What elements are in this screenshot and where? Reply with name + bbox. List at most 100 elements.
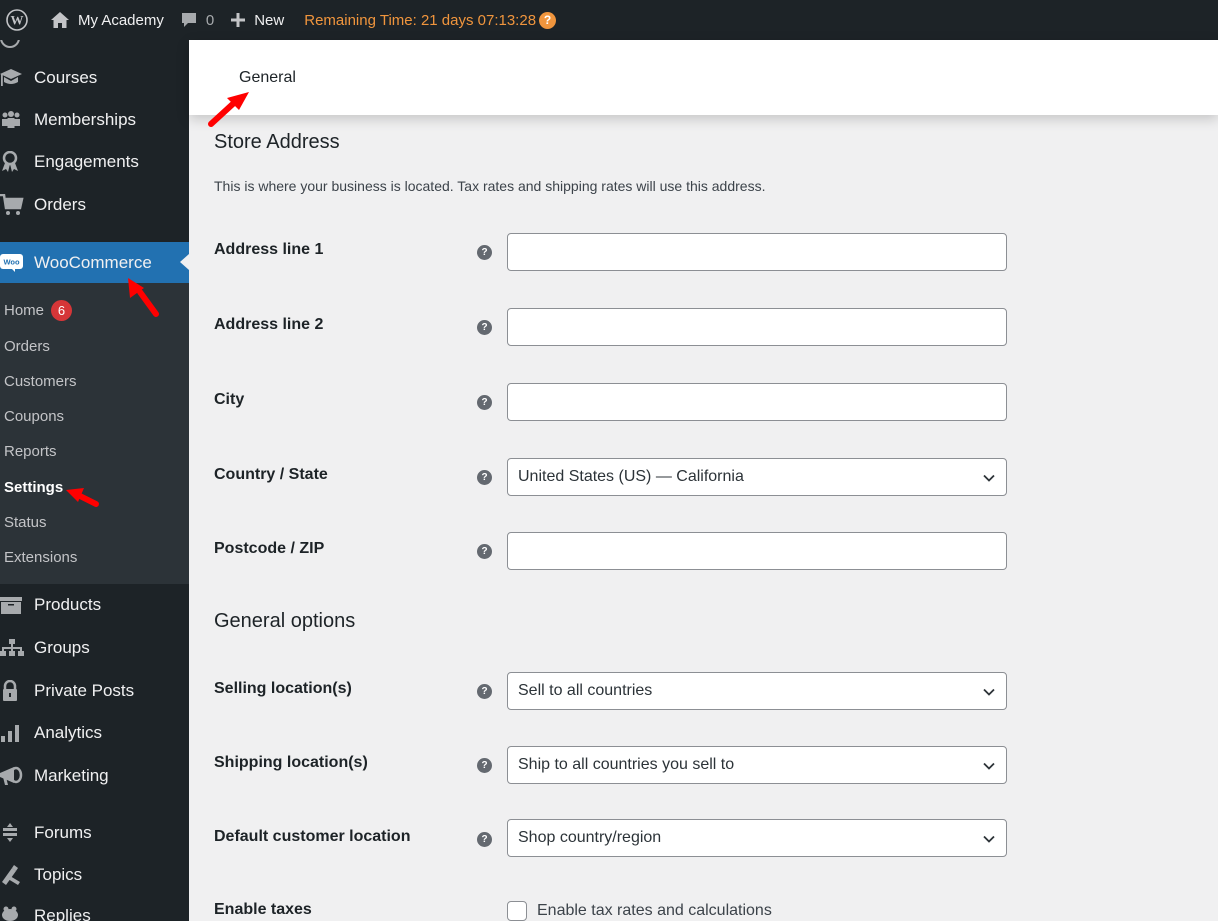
- shipping-locations-value: Ship to all countries you sell to: [518, 756, 735, 773]
- graduation-cap-icon: [0, 66, 34, 90]
- lock-icon: [0, 679, 34, 703]
- submenu-label: Reports: [4, 442, 57, 460]
- country-state-label: Country / State: [214, 466, 328, 483]
- selling-locations-value: Sell to all countries: [518, 682, 653, 699]
- sidebar-item-engagements[interactable]: Engagements: [0, 142, 189, 182]
- sidebar-label: WooCommerce: [34, 252, 152, 272]
- default-customer-location-label: Default customer location: [214, 828, 411, 845]
- submenu-item-customers[interactable]: Customers: [4, 370, 77, 392]
- sidebar-label: Forums: [34, 823, 92, 842]
- comment-icon: [181, 13, 196, 27]
- comments-link[interactable]: 0: [172, 0, 222, 40]
- help-tip-icon[interactable]: ?: [477, 320, 492, 335]
- svg-text:W: W: [11, 13, 24, 28]
- sidebar-item-orders[interactable]: Orders: [0, 185, 189, 225]
- site-name: My Academy: [78, 11, 164, 29]
- new-content-button[interactable]: New: [222, 0, 292, 40]
- default-customer-location-value: Shop country/region: [518, 829, 662, 846]
- enable-taxes-label: Enable taxes: [214, 901, 312, 918]
- submenu-label: Orders: [4, 337, 50, 355]
- award-icon: [0, 150, 34, 174]
- submenu-item-coupons[interactable]: Coupons: [4, 405, 64, 427]
- city-label: City: [214, 391, 245, 408]
- postcode-input[interactable]: [507, 532, 1007, 570]
- help-tip-icon[interactable]: ?: [477, 684, 492, 699]
- sidebar-label: Replies: [34, 906, 91, 921]
- address-line-1-input[interactable]: [507, 233, 1007, 271]
- shipping-locations-select[interactable]: Ship to all countries you sell to: [507, 746, 1007, 784]
- help-tip-icon[interactable]: ?: [477, 470, 492, 485]
- submenu-item-settings[interactable]: Settings: [4, 476, 63, 498]
- sidebar-item-products[interactable]: Products: [0, 585, 189, 625]
- sidebar-item-lifterlms[interactable]: [0, 40, 189, 58]
- submenu-item-home[interactable]: Home 6: [4, 299, 73, 321]
- city-input[interactable]: [507, 383, 1007, 421]
- admin-bar: W My Academy 0 New Remaining Time: 21 da…: [0, 0, 1218, 40]
- archive-icon: [0, 593, 34, 617]
- tab-general[interactable]: General: [239, 69, 296, 87]
- submenu-item-reports[interactable]: Reports: [4, 440, 57, 462]
- submenu-item-orders[interactable]: Orders: [4, 335, 50, 357]
- sidebar-label: Memberships: [34, 110, 137, 129]
- address-line-1-label: Address line 1: [214, 241, 324, 258]
- groups-icon: [0, 108, 34, 132]
- sidebar-item-marketing[interactable]: Marketing: [0, 756, 189, 796]
- enable-taxes-checkbox[interactable]: [507, 901, 527, 921]
- sidebar-item-courses[interactable]: Courses: [0, 58, 189, 98]
- sidebar-label: Analytics: [34, 723, 103, 742]
- general-options-heading: General options: [214, 610, 356, 632]
- help-tip-icon[interactable]: ?: [477, 544, 492, 559]
- submenu-item-extensions[interactable]: Extensions: [4, 546, 77, 568]
- forums-icon: [0, 821, 34, 845]
- postcode-label: Postcode / ZIP: [214, 540, 325, 557]
- sidebar-label: Engagements: [34, 152, 139, 171]
- help-tip-icon[interactable]: ?: [477, 245, 492, 260]
- help-tip-icon[interactable]: ?: [477, 832, 492, 847]
- submenu-label: Coupons: [4, 407, 65, 425]
- sidebar-item-memberships[interactable]: Memberships: [0, 100, 189, 140]
- sidebar-item-woocommerce[interactable]: Woo WooCommerce: [0, 242, 189, 283]
- sidebar-label: Products: [34, 595, 102, 614]
- sidebar-item-topics[interactable]: Topics: [0, 855, 189, 895]
- wordpress-logo-button[interactable]: W: [0, 0, 42, 40]
- sidebar-label: Private Posts: [34, 681, 135, 700]
- help-tip-icon[interactable]: ?: [477, 758, 492, 773]
- chevron-down-icon: [983, 474, 995, 482]
- sidebar-label: Topics: [34, 865, 83, 884]
- default-customer-location-select[interactable]: Shop country/region: [507, 819, 1007, 857]
- networking-icon: [0, 636, 34, 660]
- site-name-link[interactable]: My Academy: [42, 0, 172, 40]
- chart-bar-icon: [0, 721, 34, 745]
- admin-sidebar: Courses Memberships Engagements Orders W…: [0, 40, 189, 921]
- megaphone-icon: [0, 764, 34, 788]
- country-state-select[interactable]: United States (US) — California: [507, 458, 1007, 496]
- store-address-heading: Store Address: [214, 131, 340, 153]
- home-icon: [51, 12, 69, 28]
- help-icon[interactable]: ?: [539, 11, 557, 29]
- sidebar-item-analytics[interactable]: Analytics: [0, 713, 189, 753]
- sidebar-item-groups[interactable]: Groups: [0, 628, 189, 668]
- svg-text:Woo: Woo: [3, 257, 20, 266]
- submenu-label: Extensions: [4, 548, 78, 566]
- address-line-2-input[interactable]: [507, 308, 1007, 346]
- enable-taxes-checkbox-label[interactable]: Enable tax rates and calculations: [537, 902, 772, 920]
- lifterlms-icon: [0, 40, 34, 50]
- remaining-time[interactable]: Remaining Time: 21 days 07:13:28 ?: [292, 0, 564, 40]
- sidebar-item-replies[interactable]: Replies: [0, 896, 189, 921]
- notification-badge: 6: [51, 299, 73, 321]
- chevron-down-icon: [983, 762, 995, 770]
- woocommerce-submenu: Home 6 Orders Customers Coupons Reports …: [0, 283, 189, 584]
- help-tip-icon[interactable]: ?: [477, 395, 492, 410]
- plus-icon: [231, 13, 246, 27]
- sidebar-item-private-posts[interactable]: Private Posts: [0, 671, 189, 711]
- submenu-item-status[interactable]: Status: [4, 511, 47, 533]
- remaining-time-text: Remaining Time: 21 days 07:13:28: [304, 11, 537, 29]
- settings-header: General: [189, 40, 1218, 115]
- cart-icon: [0, 193, 34, 217]
- sidebar-label: Orders: [34, 195, 86, 214]
- sidebar-label: Groups: [34, 638, 90, 657]
- selling-locations-select[interactable]: Sell to all countries: [507, 672, 1007, 710]
- sidebar-item-forums[interactable]: Forums: [0, 813, 189, 853]
- replies-icon: [0, 904, 34, 921]
- country-state-value: United States (US) — California: [518, 468, 744, 485]
